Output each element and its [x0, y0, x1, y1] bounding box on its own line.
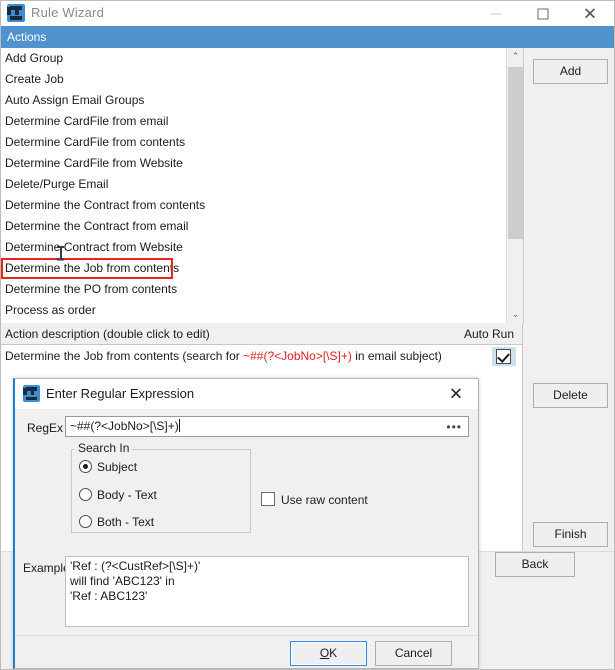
window-title-bar: Rule Wizard ✕: [1, 1, 614, 26]
radio-body-text[interactable]: Body - Text: [79, 487, 157, 503]
list-item[interactable]: Determine the Contract from email: [1, 216, 523, 237]
maximize-button[interactable]: [520, 1, 566, 26]
back-button[interactable]: Back: [495, 552, 575, 577]
use-raw-content-label: Use raw content: [281, 493, 368, 507]
examples-line: 'Ref : (?<CustRef>[\S]+)': [70, 559, 201, 573]
radio-body-text-label: Body - Text: [97, 488, 157, 502]
list-item-label: Determine CardFile from email: [5, 114, 169, 128]
scroll-up-icon[interactable]: ⌃: [507, 48, 523, 65]
examples-line: will find 'ABC123' in: [70, 574, 175, 588]
list-item-label: Determine Contract from Website: [5, 240, 183, 254]
button-panel: Add Delete Finish: [524, 48, 614, 551]
list-item-label: Add Group: [5, 51, 64, 65]
minimize-button[interactable]: [473, 1, 519, 26]
app-icon: [7, 4, 25, 22]
description-regex: ~##(?<JobNo>[\S]+): [243, 349, 352, 363]
page-title: Rule Wizard: [31, 5, 104, 20]
list-item[interactable]: Auto Assign Email Groups: [1, 90, 523, 111]
list-item-label: Auto Assign Email Groups: [5, 93, 145, 107]
text-cursor-icon: [57, 246, 64, 260]
examples-line: 'Ref : ABC123': [70, 589, 148, 603]
regex-input-value: ~##(?<JobNo>[\S]+): [70, 419, 180, 433]
list-item-label: Determine the Contract from email: [5, 219, 189, 233]
auto-run-checkbox-cell[interactable]: [492, 347, 516, 366]
list-item[interactable]: Determine Contract from Website: [1, 237, 523, 258]
dialog-close-icon[interactable]: ✕: [436, 379, 476, 409]
list-item[interactable]: Add Group: [1, 48, 523, 69]
list-item-label: Determine the Job from contents: [5, 261, 180, 275]
list-item[interactable]: Delete/Purge Email: [1, 174, 523, 195]
ok-button[interactable]: OK: [290, 641, 367, 666]
list-item[interactable]: Determine the PO from contents: [1, 279, 523, 300]
description-suffix: in email subject): [351, 349, 442, 363]
actions-list-scrollbar[interactable]: ⌃ ⌄: [506, 48, 523, 323]
list-item[interactable]: Create Job: [1, 69, 523, 90]
use-raw-content-checkbox[interactable]: Use raw content: [261, 492, 368, 508]
scroll-down-icon[interactable]: ⌄: [507, 306, 523, 323]
dialog-title: Enter Regular Expression: [46, 386, 195, 401]
enter-regular-expression-dialog: Enter Regular Expression ✕ RegEx ~##(?<J…: [13, 378, 479, 669]
list-item-label: Determine the PO from contents: [5, 282, 178, 296]
rule-wizard-window: Rule Wizard ✕ Actions Add Group Create Jo…: [0, 0, 615, 670]
auto-run-label: Auto Run: [463, 327, 514, 341]
actions-header-label: Actions: [7, 30, 47, 44]
list-item-label: Create Job: [5, 72, 64, 86]
auto-run-checkbox[interactable]: [496, 349, 511, 364]
dialog-app-icon: [23, 385, 40, 402]
ok-button-accel: O: [319, 646, 330, 660]
search-in-options: Subject Body - Text Both - Text: [71, 449, 251, 533]
list-item[interactable]: Determine the Contract from contents: [1, 195, 523, 216]
list-item[interactable]: Process as order: [1, 300, 523, 321]
description-header-label: Action description (double click to edit…: [5, 327, 210, 341]
add-button[interactable]: Add: [533, 59, 608, 84]
list-item-label: Determine CardFile from Website: [5, 156, 183, 170]
finish-button[interactable]: Finish: [533, 522, 608, 547]
list-item[interactable]: Determine the Job from contents: [1, 258, 523, 279]
list-item[interactable]: Determine CardFile from email: [1, 111, 523, 132]
description-row[interactable]: Determine the Job from contents (search …: [1, 345, 522, 367]
description-header: Action description (double click to edit…: [1, 323, 523, 345]
description-prefix: Determine the Job from contents (search …: [5, 349, 244, 363]
cancel-button[interactable]: Cancel: [375, 641, 452, 666]
dialog-title-bar: Enter Regular Expression ✕: [15, 379, 478, 409]
dialog-separator: [15, 635, 478, 636]
regex-input[interactable]: ~##(?<JobNo>[\S]+) •••: [65, 416, 469, 437]
delete-button[interactable]: Delete: [533, 383, 608, 408]
actions-section-header: Actions: [1, 26, 614, 48]
list-item-label: Process as order: [5, 303, 96, 317]
actions-list[interactable]: Add Group Create Job Auto Assign Email Gro…: [1, 48, 524, 323]
radio-both-text[interactable]: Both - Text: [79, 514, 154, 530]
list-item[interactable]: Determine CardFile from contents: [1, 132, 523, 153]
scrollbar-thumb[interactable]: [508, 67, 523, 239]
ok-button-rest: K: [329, 646, 338, 660]
radio-both-text-label: Both - Text: [97, 515, 155, 529]
list-item[interactable]: Determine CardFile from Website: [1, 153, 523, 174]
examples-box: 'Ref : (?<CustRef>[\S]+)' will find 'ABC1…: [65, 556, 469, 627]
radio-subject-label: Subject: [97, 460, 138, 474]
list-item-label: Delete/Purge Email: [5, 177, 109, 191]
list-item-label: Determine CardFile from contents: [5, 135, 186, 149]
list-item-label: Determine the Contract from contents: [5, 198, 206, 212]
close-icon[interactable]: ✕: [567, 1, 613, 26]
regex-label: RegEx: [27, 421, 64, 435]
radio-subject[interactable]: Subject: [79, 459, 137, 475]
regex-browse-button[interactable]: •••: [446, 420, 462, 434]
